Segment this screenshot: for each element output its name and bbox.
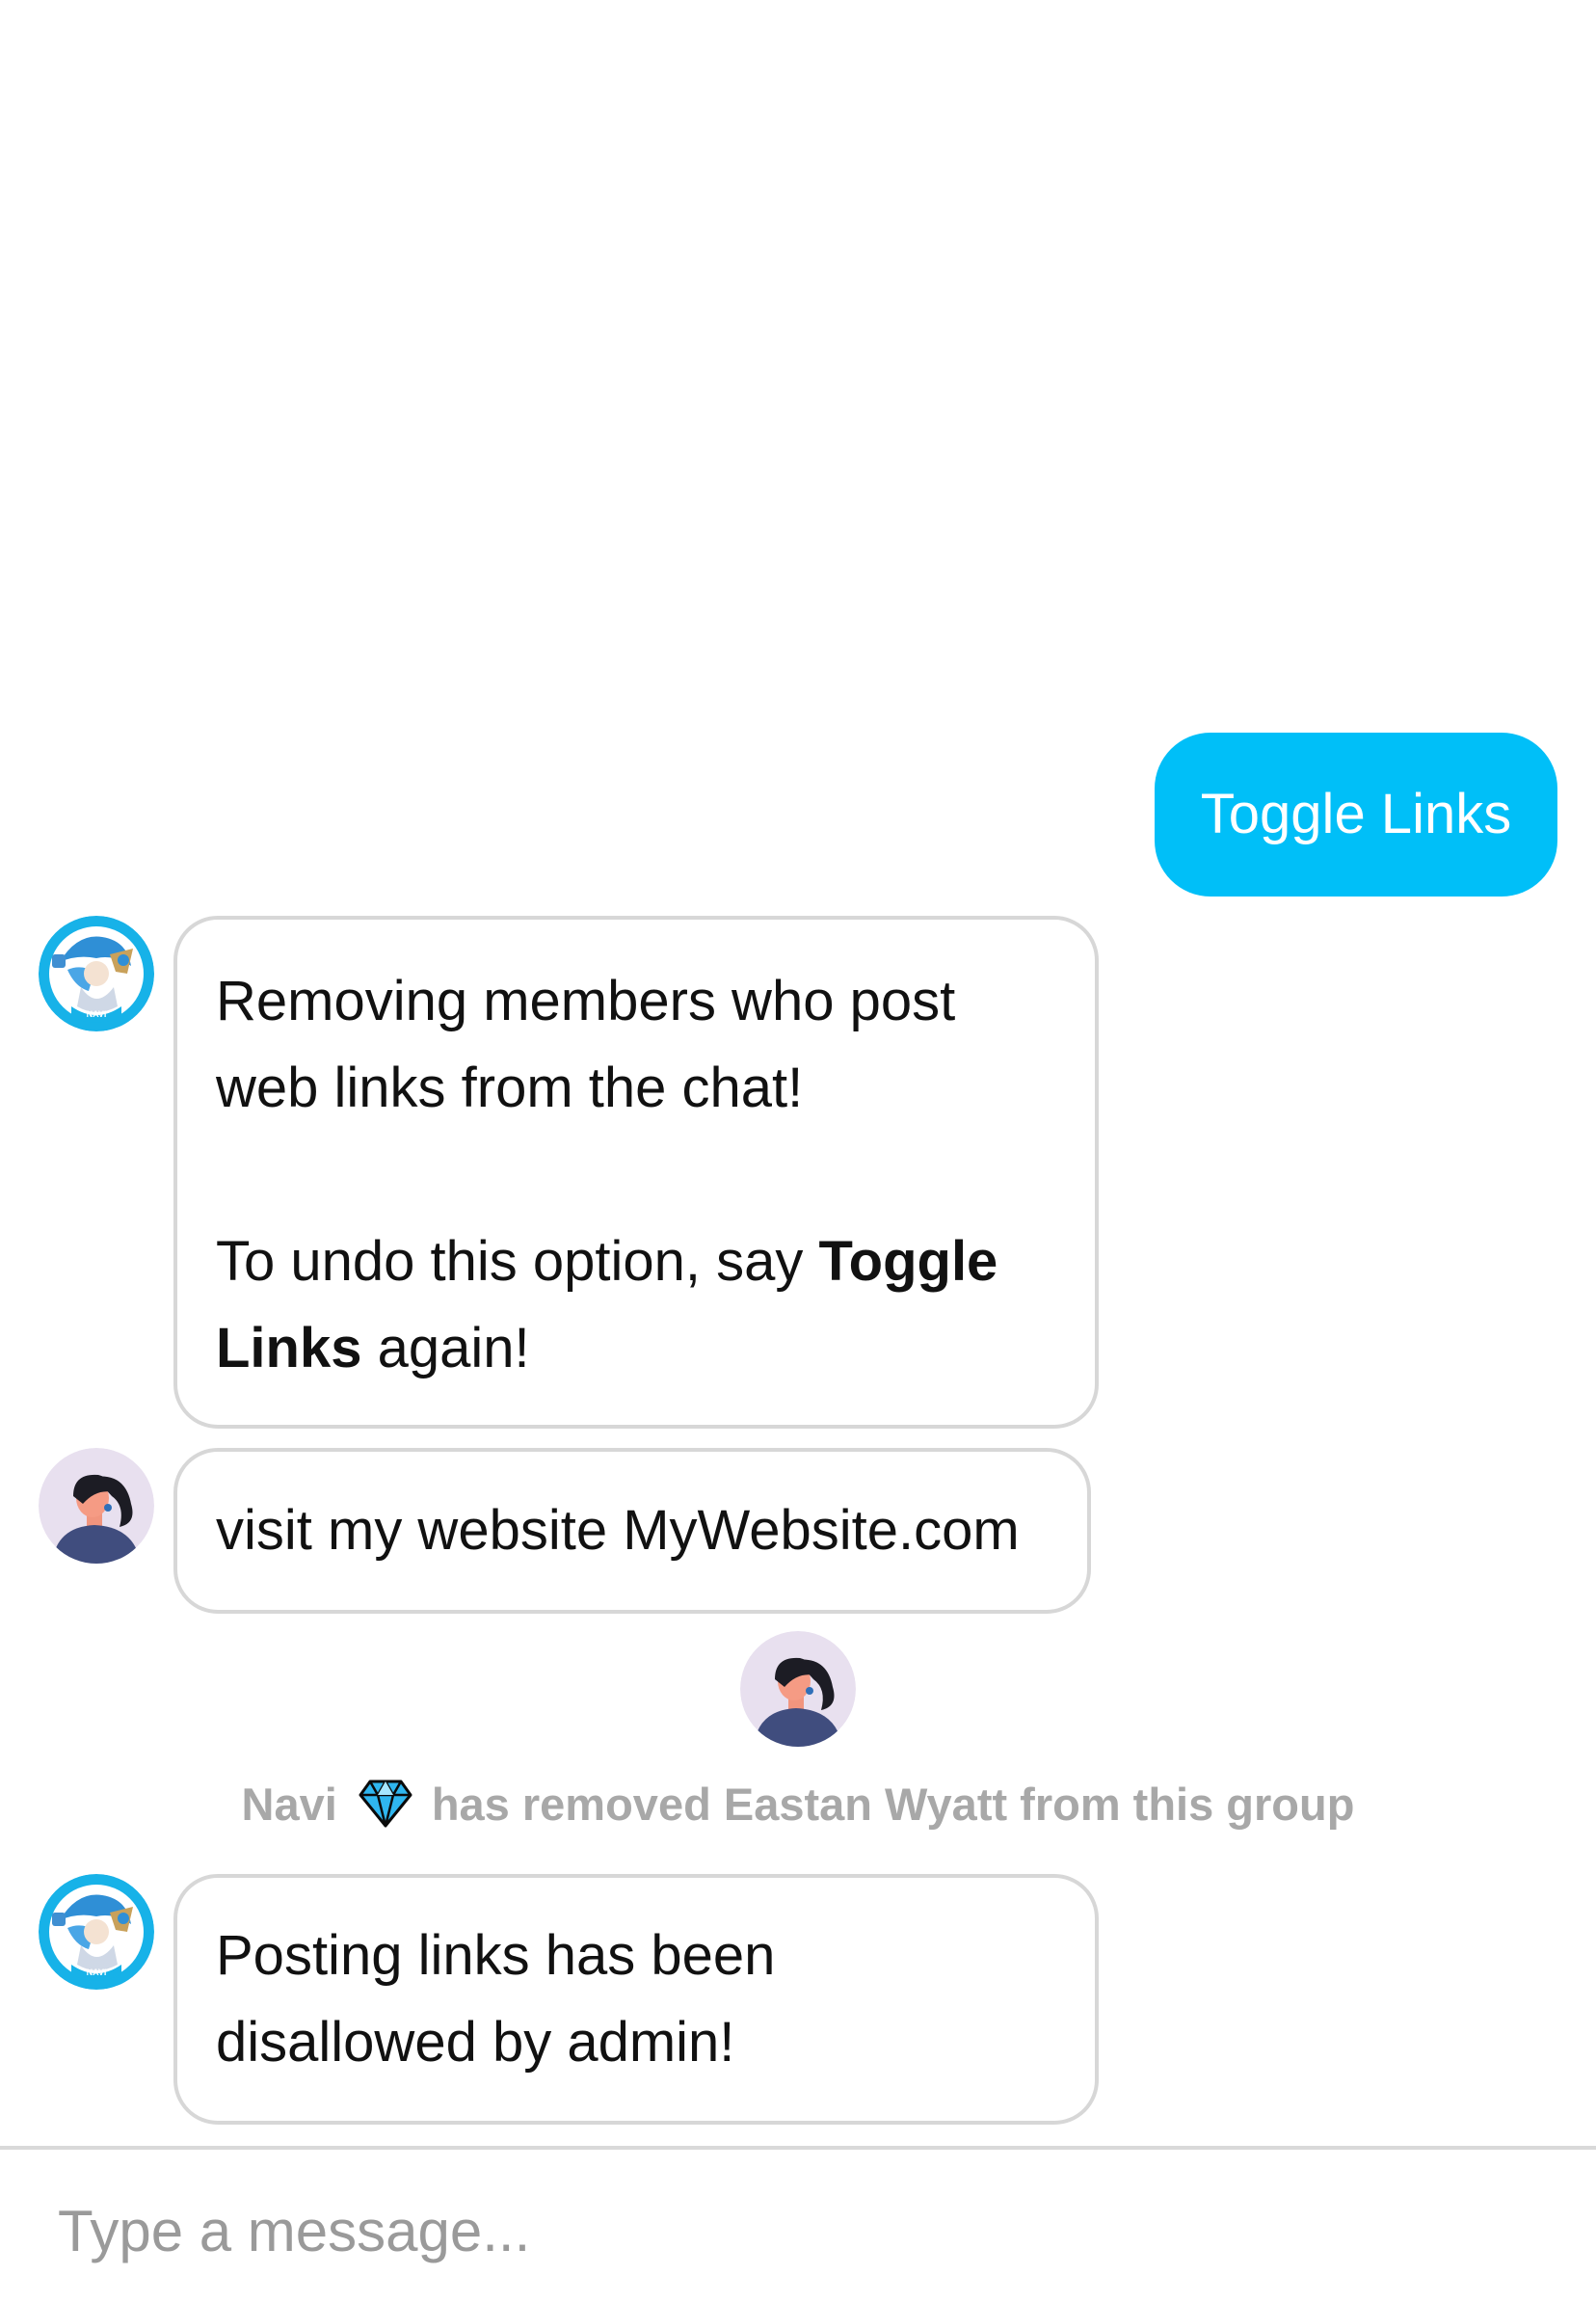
system-actor: Navi: [241, 1779, 337, 1830]
outgoing-message-bubble[interactable]: Toggle Links: [1155, 733, 1557, 897]
message-line: Posting links has been: [216, 1924, 776, 1987]
message-text: visit my website MyWebsite.com: [216, 1499, 1020, 1562]
removed-member-avatar: [740, 1631, 856, 1747]
navi-avatar-icon: NAVI: [39, 1874, 154, 1990]
message-line: Links again!: [216, 1305, 1056, 1392]
command-text: Links: [216, 1317, 362, 1379]
chat-area: Toggle Links NAVI Removing members who p…: [0, 0, 1596, 2146]
user-avatar[interactable]: [39, 1448, 154, 1564]
user-message-bubble[interactable]: visit my website MyWebsite.com: [173, 1448, 1091, 1614]
message-text: again!: [377, 1317, 530, 1379]
system-message: Navi has removed Eastan Wyatt from this …: [0, 1776, 1596, 1834]
bot-message-bubble[interactable]: Posting links has been disallowed by adm…: [173, 1874, 1099, 2125]
bot-avatar[interactable]: NAVI: [39, 1874, 154, 1990]
message-composer: [0, 2146, 1596, 2302]
outgoing-message-text: Toggle Links: [1200, 783, 1512, 845]
command-text: Toggle: [818, 1230, 998, 1293]
message-input[interactable]: [58, 2192, 1542, 2269]
message-line: Removing members who post: [216, 970, 956, 1032]
message-line: web links from the chat!: [216, 1057, 804, 1119]
message-line: disallowed by admin!: [216, 2011, 735, 2074]
diamond-icon: [359, 1780, 412, 1828]
user-avatar-icon: [740, 1631, 856, 1747]
avatar-badge-text: NAVI: [87, 1009, 107, 1019]
bot-avatar[interactable]: NAVI: [39, 916, 154, 1031]
message-line: To undo this option, say Toggle: [216, 1218, 1056, 1305]
avatar-badge-text: NAVI: [87, 1967, 107, 1977]
user-avatar-icon: [39, 1448, 154, 1564]
message-text: To undo this option, say: [216, 1230, 804, 1293]
bot-message-bubble[interactable]: Removing members who post web links from…: [173, 916, 1099, 1429]
navi-avatar-icon: NAVI: [39, 916, 154, 1031]
system-text: has removed Eastan Wyatt from this group: [431, 1779, 1355, 1830]
